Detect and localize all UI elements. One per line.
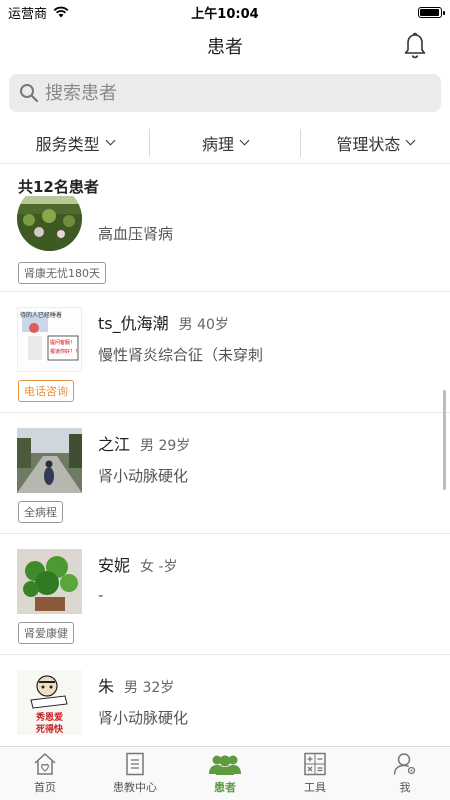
filter-bar: 服务类型 病理 管理状态 bbox=[0, 122, 450, 164]
patient-avatar bbox=[17, 196, 82, 251]
patient-diagnosis: - bbox=[98, 586, 104, 604]
tab-home[interactable]: 首页 bbox=[0, 747, 90, 800]
patient-row[interactable]: 秀恩爱 死得快 朱 男 32岁 肾小动脉硬化 bbox=[0, 655, 450, 746]
avatar-caption: 待的人已经睡着 bbox=[20, 312, 63, 319]
carrier-label: 运营商 bbox=[8, 6, 48, 22]
status-bar: 运营商 上午10:04 bbox=[0, 0, 450, 24]
filter-label: 病理 bbox=[201, 134, 234, 154]
service-tag: 肾康无忧180天 bbox=[18, 262, 106, 284]
tab-tools[interactable]: 工具 bbox=[270, 747, 360, 800]
patient-meta: 男 32岁 bbox=[124, 680, 175, 696]
tab-education[interactable]: 患教中心 bbox=[90, 747, 180, 800]
tab-label: 首页 bbox=[34, 781, 56, 794]
filter-label: 服务类型 bbox=[35, 134, 100, 154]
patients-icon bbox=[209, 755, 241, 775]
patient-row[interactable]: 待的人已经睡着 提问客服！ 报道你好！！ ts_仇海潮 男 40岁 慢性肾炎综合… bbox=[0, 292, 450, 413]
service-tag: 电话咨询 bbox=[18, 380, 74, 402]
patient-diagnosis: 肾小动脉硬化 bbox=[98, 709, 189, 727]
wifi-icon bbox=[53, 6, 69, 18]
service-tag: 肾爱康健 bbox=[18, 622, 74, 644]
patient-diagnosis: 肾小动脉硬化 bbox=[98, 467, 189, 485]
patient-name-line: 安妮 女 -岁 bbox=[98, 552, 178, 576]
patient-avatar bbox=[17, 549, 82, 614]
filter-label: 管理状态 bbox=[336, 134, 401, 154]
tab-label: 工具 bbox=[304, 781, 326, 794]
profile-icon bbox=[393, 753, 416, 775]
chevron-down-icon bbox=[105, 135, 116, 146]
tab-me[interactable]: 我 bbox=[360, 747, 450, 800]
patient-name: 安妮 bbox=[98, 556, 131, 575]
patient-name: 朱 bbox=[98, 677, 115, 696]
avatar-caption: 报道你好！！ bbox=[50, 349, 81, 355]
nav-bar: 患者 bbox=[0, 24, 450, 68]
patient-diagnosis: 高血压肾病 bbox=[98, 225, 174, 243]
chevron-down-icon bbox=[405, 135, 416, 146]
filter-service-type[interactable]: 服务类型 bbox=[0, 129, 149, 157]
search-bar[interactable] bbox=[9, 74, 441, 112]
scrollbar[interactable] bbox=[443, 390, 446, 490]
patient-avatar: 待的人已经睡着 提问客服！ 报道你好！！ bbox=[17, 307, 82, 372]
search-icon bbox=[20, 84, 39, 103]
chevron-down-icon bbox=[239, 135, 250, 146]
patient-name: ts_仇海潮 bbox=[98, 314, 169, 333]
calculator-icon bbox=[304, 752, 326, 776]
service-tag: 全病程 bbox=[18, 501, 63, 523]
page-title: 患者 bbox=[207, 37, 243, 58]
filter-pathology[interactable]: 病理 bbox=[149, 128, 299, 157]
patient-meta: 女 -岁 bbox=[140, 559, 178, 575]
battery-fill bbox=[420, 8, 439, 16]
search-input[interactable] bbox=[45, 82, 425, 104]
patient-avatar: 秀恩爱 死得快 bbox=[17, 670, 82, 735]
patient-row[interactable]: 安妮 女 -岁 - 肾爱康健 bbox=[0, 534, 450, 655]
tab-patients[interactable]: 患者 bbox=[180, 747, 270, 800]
document-icon bbox=[126, 752, 144, 776]
patient-row[interactable]: 高血压肾病 肾康无忧180天 bbox=[0, 196, 450, 292]
patient-name-line: ts_仇海潮 男 40岁 bbox=[98, 310, 229, 334]
patient-meta: 男 29岁 bbox=[140, 438, 191, 454]
tab-label: 患者 bbox=[214, 781, 236, 794]
battery-icon bbox=[418, 6, 445, 18]
tab-label: 患教中心 bbox=[113, 781, 157, 794]
filter-management-status[interactable]: 管理状态 bbox=[299, 128, 450, 157]
patient-avatar bbox=[17, 428, 82, 493]
home-icon bbox=[34, 753, 56, 775]
patient-name: 之江 bbox=[98, 435, 131, 454]
patient-row[interactable]: 之江 男 29岁 肾小动脉硬化 全病程 bbox=[0, 413, 450, 534]
patient-diagnosis: 慢性肾炎综合征（未穿刺 bbox=[98, 346, 264, 364]
tab-bar: 首页 患教中心 患者 工具 我 bbox=[0, 746, 450, 800]
patient-name-line: 朱 男 32岁 bbox=[98, 673, 174, 697]
bell-icon[interactable] bbox=[402, 32, 428, 60]
patient-meta: 男 40岁 bbox=[178, 317, 229, 333]
patient-name-line: 之江 男 29岁 bbox=[98, 431, 190, 455]
tab-label: 我 bbox=[399, 781, 411, 794]
patient-list: 高血压肾病 肾康无忧180天 待的人已经睡着 提问客服！ 报道你好！！ ts_仇… bbox=[0, 196, 450, 746]
avatar-caption: 提问客服！ bbox=[50, 340, 76, 346]
patient-count: 共12名患者 bbox=[18, 178, 99, 196]
avatar-caption: 死得快 bbox=[35, 725, 63, 735]
